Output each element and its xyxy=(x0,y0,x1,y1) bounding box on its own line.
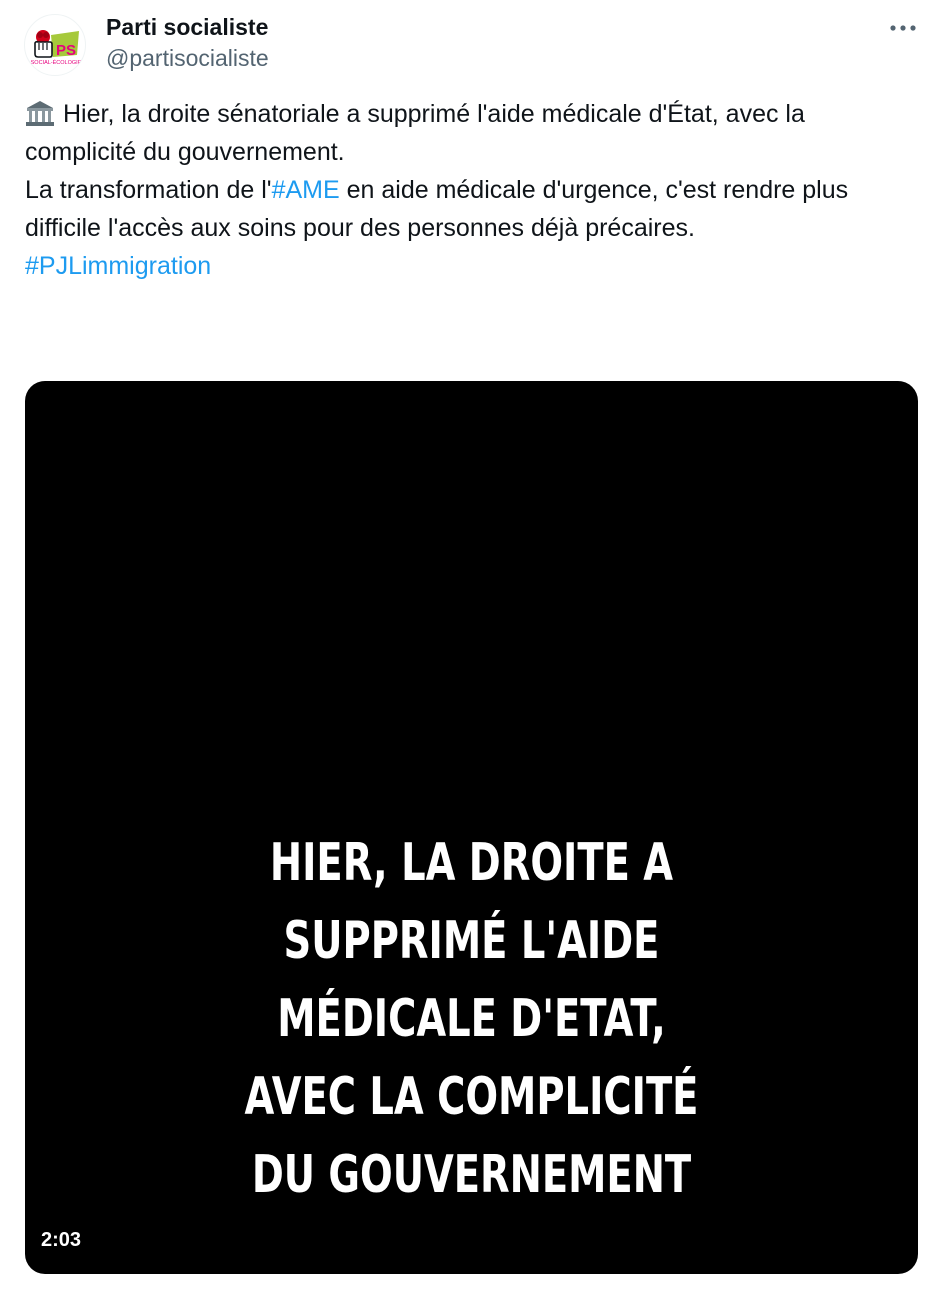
avatar[interactable]: PS SOCIAL-ÉCOLOGIE xyxy=(24,14,86,76)
tweet: PS SOCIAL-ÉCOLOGIE Parti socialiste @par… xyxy=(0,0,942,1292)
tweet-paragraph-2-start: La transformation de l' xyxy=(25,176,272,204)
svg-text:PS: PS xyxy=(56,42,76,59)
video-caption: HIER, LA DROITE A SUPPRIMÉ L'AIDE MÉDICA… xyxy=(25,824,918,1214)
hashtag-pjlimmigration-link[interactable]: #PJLimmigration xyxy=(25,252,211,280)
video-duration: 2:03 xyxy=(41,1229,82,1251)
author-block: Parti socialiste @partisocialiste xyxy=(106,12,269,74)
video-caption-line: MÉDICALE D'ETAT, xyxy=(277,989,666,1049)
tweet-paragraph-3: #PJLimmigration xyxy=(25,247,905,285)
tweet-text: Hier, la droite sénatoriale a supprimé l… xyxy=(25,95,905,285)
more-horizontal-icon xyxy=(890,25,916,31)
tweet-paragraph-1-text: Hier, la droite sénatoriale a supprimé l… xyxy=(25,100,805,166)
video-caption-line: SUPPRIMÉ L'AIDE xyxy=(283,911,660,971)
tweet-paragraph-1: Hier, la droite sénatoriale a supprimé l… xyxy=(25,95,905,171)
ps-logo-icon: PS SOCIAL-ÉCOLOGIE xyxy=(31,30,82,66)
video-caption-line: HIER, LA DROITE A xyxy=(269,833,674,893)
video-caption-line: DU GOUVERNEMENT xyxy=(251,1145,692,1205)
classical-building-icon xyxy=(26,101,54,126)
video-caption-line: AVEC LA COMPLICITÉ xyxy=(244,1067,699,1127)
tweet-paragraph-2: La transformation de l'#AME en aide médi… xyxy=(25,171,905,247)
display-name[interactable]: Parti socialiste xyxy=(106,12,269,42)
svg-text:SOCIAL-ÉCOLOGIE: SOCIAL-ÉCOLOGIE xyxy=(31,59,82,66)
more-options-button[interactable] xyxy=(886,14,920,42)
video-player[interactable]: HIER, LA DROITE A SUPPRIMÉ L'AIDE MÉDICA… xyxy=(25,381,918,1274)
hashtag-ame-link[interactable]: #AME xyxy=(272,176,340,204)
username-handle[interactable]: @partisocialiste xyxy=(106,42,269,74)
